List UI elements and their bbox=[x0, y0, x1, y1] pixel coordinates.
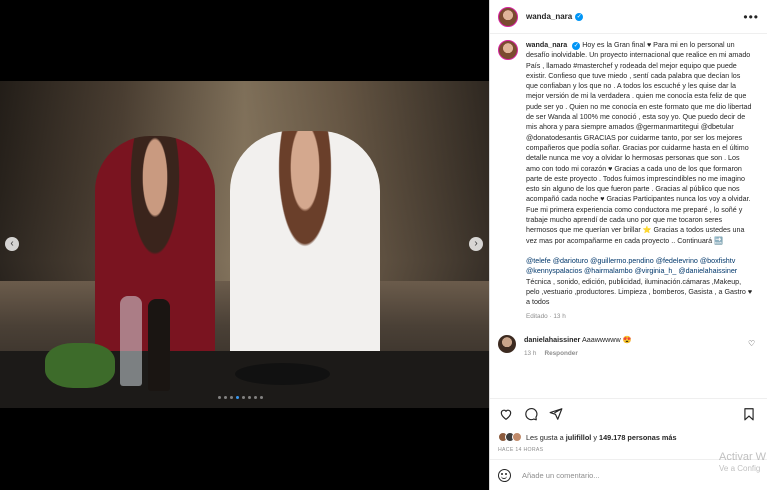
carousel-dot bbox=[224, 396, 227, 399]
bottle bbox=[120, 296, 142, 386]
comment-time: 13 h bbox=[524, 349, 537, 357]
comment-text: Aaawwwww 😍 bbox=[581, 334, 632, 344]
carousel-prev-button[interactable]: ‹ bbox=[5, 237, 19, 251]
heart-icon bbox=[500, 409, 512, 420]
carousel-indicator bbox=[218, 396, 263, 399]
caption-username[interactable]: wanda_nara bbox=[526, 41, 567, 49]
carousel-dot bbox=[218, 396, 221, 399]
action-bar bbox=[490, 398, 767, 428]
vegetables bbox=[45, 343, 115, 388]
pepper-grinder bbox=[148, 299, 170, 391]
share-icon bbox=[549, 407, 563, 420]
bookmark-icon bbox=[744, 407, 754, 420]
post-caption: wanda_nara ✓ Hoy es la Gran final ♥ Para… bbox=[498, 40, 759, 323]
likes-and: y bbox=[593, 432, 597, 442]
post-date: HACE 14 HORAS bbox=[498, 447, 544, 453]
comment-item: danielahaissiner Aaawwwww 😍 13 h Responde… bbox=[498, 334, 759, 359]
liker-username[interactable]: julifillol bbox=[566, 433, 592, 442]
comment-button[interactable] bbox=[523, 406, 539, 422]
edited-label: Editado · 13 h bbox=[526, 313, 566, 321]
carousel-dot bbox=[230, 396, 233, 399]
frying-pan bbox=[235, 363, 330, 385]
watermark-line2: Ve a Config bbox=[719, 464, 761, 473]
comments-section[interactable]: wanda_nara ✓ Hoy es la Gran final ♥ Para… bbox=[498, 40, 759, 392]
comment-input[interactable] bbox=[522, 470, 722, 480]
liker-avatar bbox=[512, 432, 522, 442]
windows-activation-watermark: Activar W Ve a Config bbox=[719, 451, 766, 475]
caption-mentions[interactable]: @telefe @darioturo @guillermo.pendino @f… bbox=[526, 256, 754, 277]
verified-badge-icon: ✓ bbox=[572, 42, 581, 50]
avatar[interactable] bbox=[498, 6, 518, 27]
like-comment-icon[interactable]: ♡ bbox=[748, 339, 755, 348]
verified-badge-icon: ✓ bbox=[575, 12, 584, 21]
comment-username[interactable]: danielahaissiner bbox=[524, 335, 580, 344]
carousel-dot bbox=[248, 396, 251, 399]
comment-avatar[interactable] bbox=[498, 334, 516, 353]
caption-credits: Técnica , sonido, edición, publicidad, i… bbox=[526, 277, 753, 307]
reply-button[interactable]: Responder bbox=[544, 350, 577, 357]
save-button[interactable] bbox=[741, 406, 757, 422]
username-link[interactable]: wanda_nara bbox=[526, 12, 572, 21]
likes-count[interactable]: 149.178 personas más bbox=[599, 433, 676, 442]
carousel-dot bbox=[254, 396, 257, 399]
more-options-icon[interactable]: ••• bbox=[743, 10, 759, 24]
comment-icon bbox=[525, 407, 538, 420]
post-header: wanda_nara ✓ ••• bbox=[490, 0, 767, 34]
caption-avatar[interactable] bbox=[498, 40, 518, 60]
likes-prefix: Les gusta a bbox=[526, 432, 564, 442]
emoji-icon[interactable] bbox=[498, 468, 511, 482]
like-button[interactable] bbox=[498, 406, 514, 422]
carousel-dot bbox=[260, 396, 263, 399]
post-photo bbox=[0, 81, 489, 408]
post-media: ‹ › bbox=[0, 0, 489, 490]
post-sidebar: wanda_nara ✓ ••• wanda_nara ✓ Hoy es la … bbox=[489, 0, 767, 490]
carousel-dot bbox=[236, 396, 239, 399]
watermark-line1: Activar W bbox=[719, 451, 767, 463]
carousel-dot bbox=[242, 396, 245, 399]
share-button[interactable] bbox=[548, 406, 564, 422]
caption-text: Hoy es la Gran final ♥ Para mi en lo per… bbox=[526, 41, 752, 245]
carousel-next-button[interactable]: › bbox=[469, 237, 483, 251]
likes-summary: Les gusta a julifillol y 149.178 persona… bbox=[498, 432, 759, 442]
